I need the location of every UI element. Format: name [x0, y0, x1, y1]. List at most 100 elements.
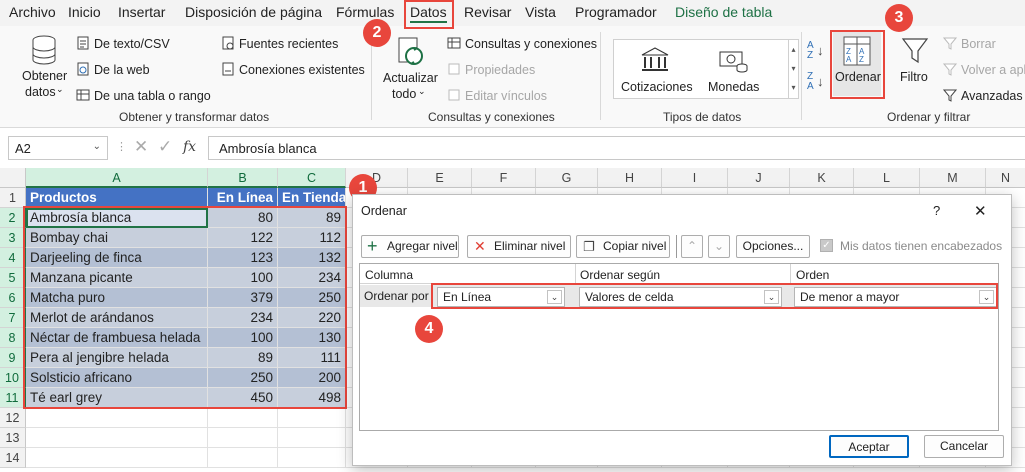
close-button[interactable]: ✕ — [974, 202, 987, 220]
options-button[interactable]: Opciones... — [736, 235, 810, 258]
obtener-datos-line1: Obtener — [22, 69, 68, 83]
header-divider — [575, 264, 576, 284]
row-header-13[interactable]: 13 — [0, 428, 26, 448]
add-level-button[interactable]: + Agregar nivel — [361, 235, 459, 258]
move-up-button[interactable]: ⌃ — [681, 235, 703, 258]
check-icon[interactable]: ✓ — [158, 137, 172, 157]
table-header-cell[interactable]: En Línea — [208, 188, 278, 208]
empty-cell[interactable] — [208, 408, 278, 428]
arrow-down-icon: ↓ — [817, 43, 824, 58]
empty-cell[interactable] — [278, 428, 346, 448]
actualizar-line2: todo — [392, 87, 417, 101]
column-header-g[interactable]: G — [536, 168, 598, 188]
callout-3: 3 — [885, 4, 913, 32]
row-header-1[interactable]: 1 — [0, 188, 26, 208]
column-header-m[interactable]: M — [920, 168, 986, 188]
tab-disposicion[interactable]: Disposición de página — [185, 4, 322, 20]
arrow-down-icon: ↓ — [817, 74, 824, 89]
obtener-datos-button[interactable]: Obtener datos ⌄ — [18, 68, 70, 102]
sort-az-button[interactable]: AZ ↓ — [806, 41, 826, 63]
tab-programador[interactable]: Programador — [575, 4, 657, 20]
column-header-n[interactable]: N — [986, 168, 1025, 188]
avanzadas-button[interactable]: Avanzadas — [961, 89, 1023, 103]
help-button[interactable]: ? — [933, 203, 940, 218]
tab-diseno-tabla[interactable]: Diseño de tabla — [675, 4, 772, 20]
cancel-button[interactable]: Cancelar — [924, 435, 1004, 458]
editar-vinculos-button[interactable]: Editar vínculos — [465, 89, 547, 103]
monedas-button[interactable]: Monedas — [708, 80, 759, 94]
database-icon — [32, 35, 56, 65]
column-header-a[interactable]: A — [26, 168, 208, 188]
borrar-button[interactable]: Borrar — [961, 37, 996, 51]
column-header-f[interactable]: F — [472, 168, 536, 188]
queries-icon — [447, 37, 461, 49]
move-down-button[interactable]: ⌄ — [708, 235, 730, 258]
actualizar-todo-button[interactable]: Actualizar todo ⌄ — [380, 70, 440, 104]
conexiones-existentes-button[interactable]: Conexiones existentes — [239, 63, 365, 77]
tab-insertar[interactable]: Insertar — [118, 4, 165, 20]
empty-cell[interactable] — [26, 428, 208, 448]
row-header-14[interactable]: 14 — [0, 448, 26, 468]
fuentes-recientes-button[interactable]: Fuentes recientes — [239, 37, 338, 51]
clear-filter-icon — [943, 37, 957, 50]
column-header-e[interactable]: E — [408, 168, 472, 188]
copy-level-button[interactable]: ❐ Copiar nivel — [576, 235, 670, 258]
formula-input[interactable]: Ambrosía blanca — [208, 136, 1025, 160]
tab-archivo[interactable]: Archivo — [9, 4, 56, 20]
column-header-i[interactable]: I — [662, 168, 728, 188]
column-header-j[interactable]: J — [728, 168, 790, 188]
consultas-conexiones-button[interactable]: Consultas y conexiones — [465, 37, 597, 51]
callout-2: 2 — [363, 19, 391, 47]
filtro-button[interactable]: Filtro — [900, 70, 928, 84]
sort-dialog: Ordenar ? ✕ + Agregar nivel ✕ Eliminar n… — [352, 194, 1012, 466]
tab-formulas[interactable]: Fórmulas — [336, 4, 394, 20]
filter-icon — [901, 38, 929, 64]
tab-inicio[interactable]: Inicio — [68, 4, 101, 20]
toolbar-divider — [676, 235, 677, 258]
headers-checkbox[interactable]: ✓ — [820, 239, 833, 252]
copy-icon: ❐ — [583, 239, 595, 254]
gallery-scroll[interactable]: ▴ ▾ ▾ — [789, 39, 799, 99]
volver-aplicar-button[interactable]: Volver a apli — [961, 63, 1025, 77]
cotizaciones-button[interactable]: Cotizaciones — [621, 80, 693, 94]
row-header-12[interactable]: 12 — [0, 408, 26, 428]
tab-vista[interactable]: Vista — [525, 4, 556, 20]
fx-icon[interactable]: fx — [183, 139, 196, 155]
empty-cell[interactable] — [208, 448, 278, 468]
accept-button[interactable]: Aceptar — [829, 435, 909, 458]
de-web-button[interactable]: De la web — [94, 63, 150, 77]
empty-cell[interactable] — [26, 448, 208, 468]
empty-cell[interactable] — [208, 428, 278, 448]
table-highlight — [23, 206, 347, 409]
currency-icon — [719, 51, 748, 73]
column-header-b[interactable]: B — [208, 168, 278, 188]
column-header-l[interactable]: L — [854, 168, 920, 188]
empty-cell[interactable] — [278, 408, 346, 428]
select-all-corner[interactable] — [0, 168, 26, 188]
cancel-icon[interactable]: ✕ — [134, 137, 148, 157]
column-header-c[interactable]: C — [278, 168, 346, 188]
column-header-h[interactable]: H — [598, 168, 662, 188]
refresh-icon — [398, 37, 423, 65]
de-texto-button[interactable]: De texto/CSV — [94, 37, 170, 51]
chevron-down-icon: ⌄ — [92, 141, 101, 152]
delete-level-button[interactable]: ✕ Eliminar nivel — [467, 235, 571, 258]
group-tipos-datos: Tipos de datos — [663, 110, 742, 124]
empty-cell[interactable] — [26, 408, 208, 428]
column-header-k[interactable]: K — [790, 168, 854, 188]
column-header: Columna — [365, 268, 414, 282]
recent-sources-icon — [222, 36, 234, 50]
delete-x-icon: ✕ — [474, 238, 486, 254]
ordenar-highlight — [830, 30, 885, 99]
sort-za-button[interactable]: ZA ↓ — [806, 72, 826, 94]
name-box[interactable]: A2 ⌄ — [8, 136, 108, 160]
order-header: Orden — [796, 268, 830, 282]
de-tabla-button[interactable]: De una tabla o rango — [94, 89, 211, 103]
tab-revisar[interactable]: Revisar — [464, 4, 511, 20]
ribbon-separator — [600, 32, 601, 120]
propiedades-button[interactable]: Propiedades — [465, 63, 535, 77]
table-header-cell[interactable]: En Tienda — [278, 188, 346, 208]
table-icon — [76, 89, 90, 101]
empty-cell[interactable] — [278, 448, 346, 468]
table-header-cell[interactable]: Productos — [26, 188, 208, 208]
